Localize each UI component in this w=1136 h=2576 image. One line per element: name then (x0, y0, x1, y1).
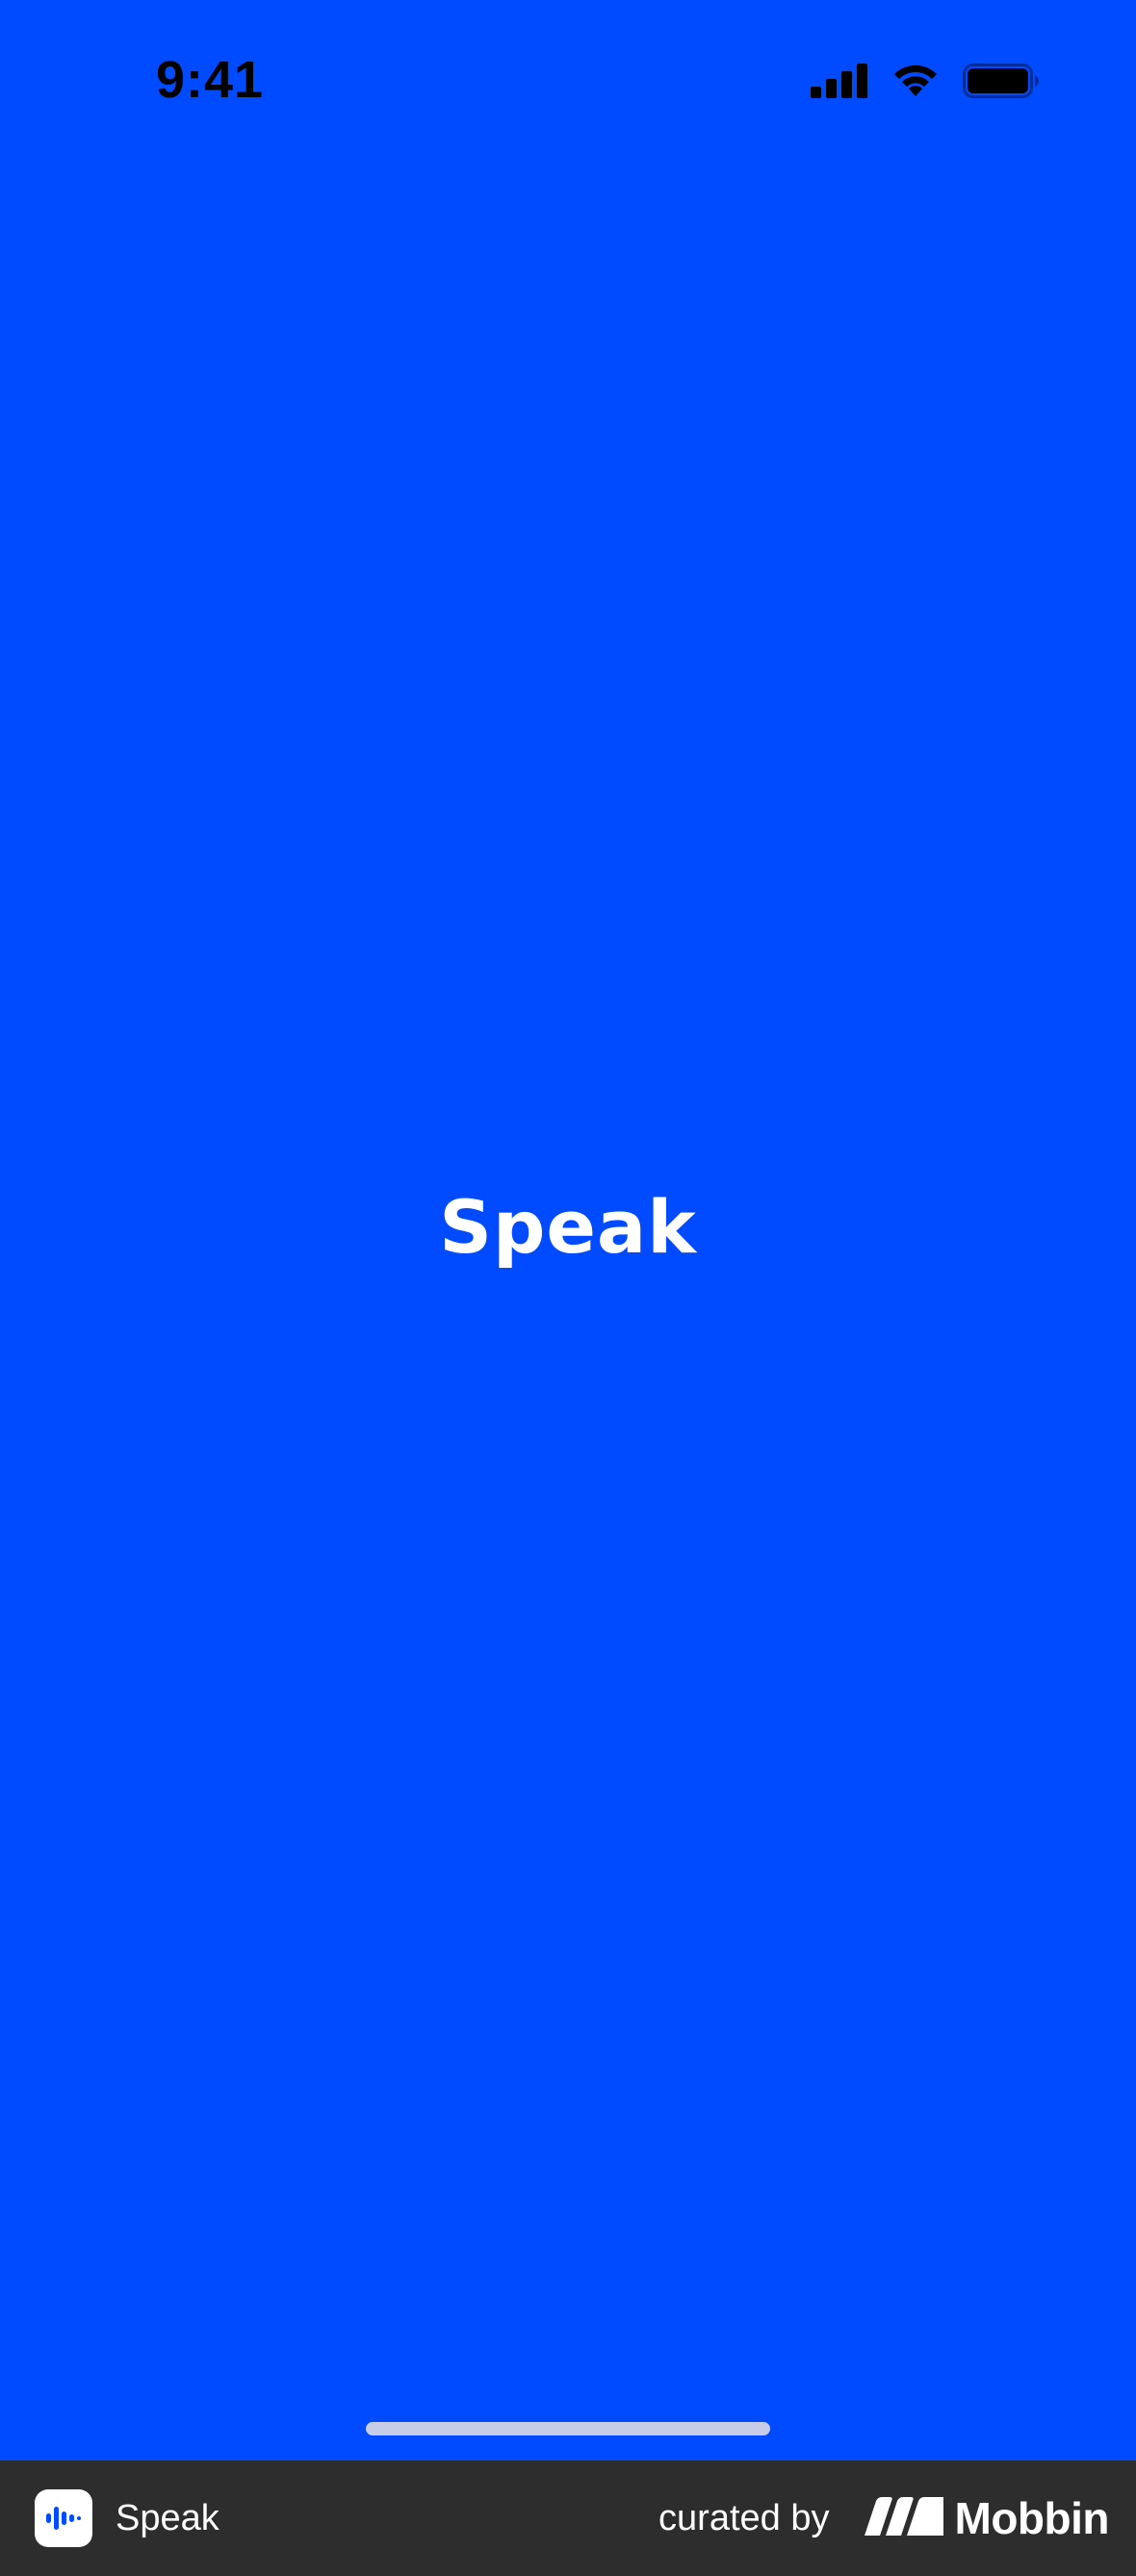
mobbin-footer: Speak curated by Mobbin (0, 2460, 1136, 2576)
speak-waveform-icon (35, 2489, 92, 2547)
mobbin-brand[interactable]: Mobbin (864, 2492, 1110, 2544)
mobbin-brand-name: Mobbin (954, 2493, 1110, 2543)
footer-app-info: Speak (35, 2489, 219, 2547)
home-indicator[interactable] (366, 2422, 770, 2435)
mobbin-logo-icon (864, 2496, 943, 2540)
status-time: 9:41 (156, 51, 265, 109)
cellular-signal-icon (811, 64, 868, 98)
speak-logo: Speak (439, 1184, 697, 1270)
battery-icon (963, 64, 1040, 98)
footer-credit: curated by Mobbin (658, 2492, 1109, 2544)
footer-app-name: Speak (116, 2497, 219, 2538)
status-bar: 9:41 (0, 0, 1136, 164)
status-icons (811, 64, 1040, 98)
splash-screen: 9:41 Speak (0, 0, 1136, 2460)
curated-by-text: curated by (658, 2497, 830, 2538)
wifi-icon (891, 64, 940, 98)
